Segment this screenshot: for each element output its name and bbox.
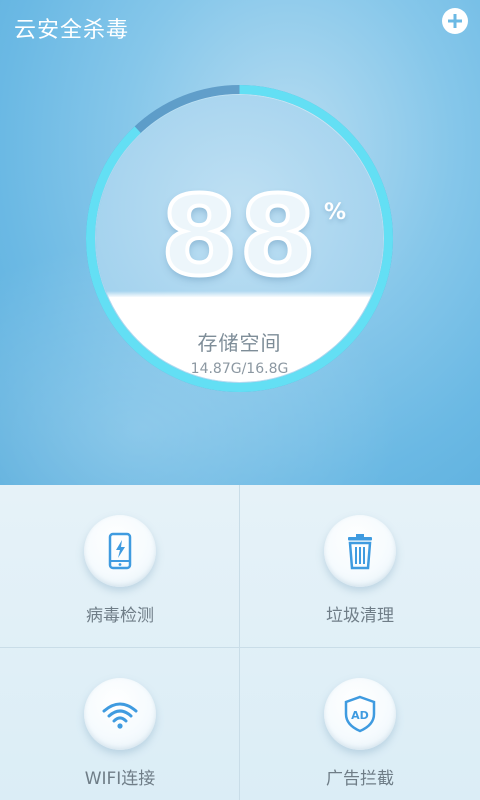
feature-junk-clean[interactable]: 垃圾清理 bbox=[240, 485, 480, 647]
percent-sign: % bbox=[324, 200, 347, 225]
storage-percent: 88 bbox=[159, 172, 319, 300]
feature-grid: 病毒检测 垃圾清理 WIFI连接 AD 广告拦截 bbox=[0, 485, 480, 800]
wifi-icon bbox=[84, 678, 156, 750]
trash-icon bbox=[324, 515, 396, 587]
ad-shield-icon: AD bbox=[324, 678, 396, 750]
hero-panel: 云安全杀毒 88 % 存储空间 14.87G/16.8G bbox=[0, 0, 480, 485]
feature-label: WIFI连接 bbox=[84, 769, 156, 789]
feature-ad-block[interactable]: AD 广告拦截 bbox=[240, 648, 480, 800]
feature-label: 广告拦截 bbox=[326, 769, 394, 789]
gauge-face: 88 % 存储空间 14.87G/16.8G bbox=[96, 95, 383, 382]
feature-virus-scan[interactable]: 病毒检测 bbox=[0, 485, 240, 647]
feature-label: 病毒检测 bbox=[86, 606, 154, 626]
feature-wifi[interactable]: WIFI连接 bbox=[0, 648, 240, 800]
svg-text:AD: AD bbox=[351, 709, 369, 722]
storage-gauge: 88 % 存储空间 14.87G/16.8G bbox=[83, 82, 396, 395]
phone-charge-icon bbox=[84, 515, 156, 587]
app-title: 云安全杀毒 bbox=[14, 18, 130, 43]
plus-icon[interactable] bbox=[442, 8, 468, 34]
storage-label: 存储空间 bbox=[197, 331, 282, 355]
feature-label: 垃圾清理 bbox=[326, 606, 394, 626]
storage-value: 14.87G/16.8G bbox=[190, 361, 289, 377]
